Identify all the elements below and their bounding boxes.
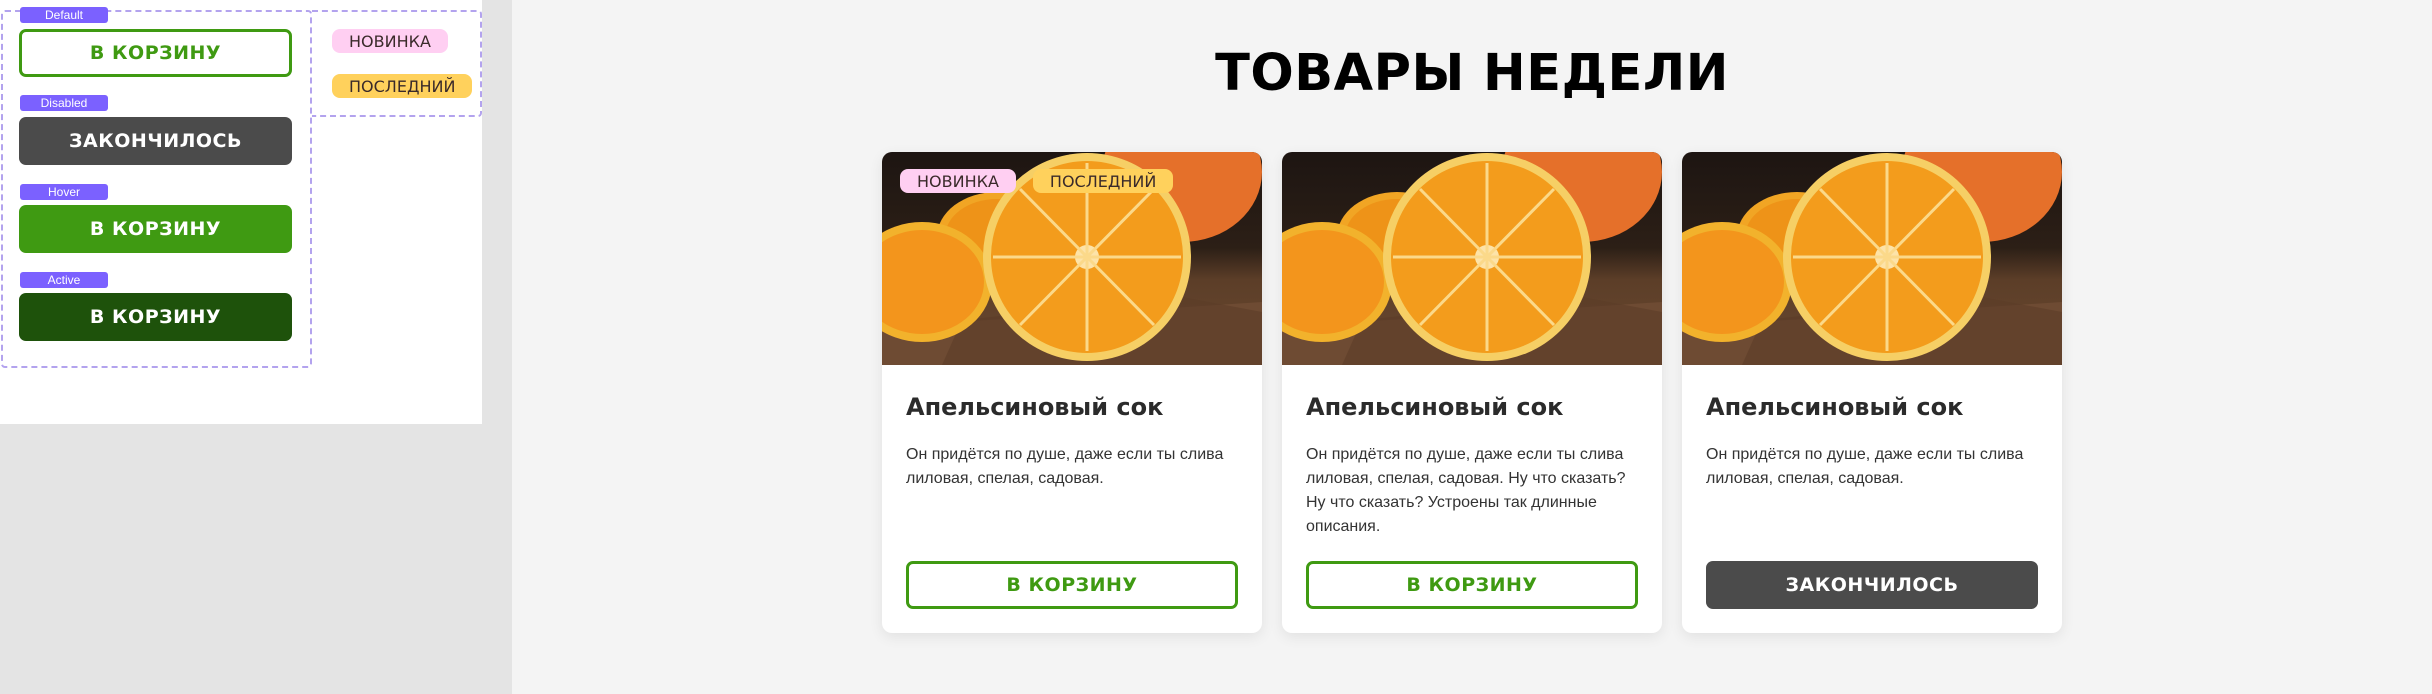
add-to-cart-button[interactable]: В КОРЗИНУ bbox=[906, 561, 1238, 609]
product-card: Апельсиновый сок Он придётся по душе, да… bbox=[1682, 152, 2062, 633]
badge-last: ПОСЛЕДНИЙ bbox=[332, 74, 473, 98]
badge-new: НОВИНКА bbox=[332, 29, 448, 53]
product-name: Апельсиновый сок bbox=[1706, 393, 1964, 421]
variant-tag-hover: Hover bbox=[20, 184, 108, 200]
cart-button-hover[interactable]: В КОРЗИНУ bbox=[19, 205, 292, 253]
component-sheet: Default В КОРЗИНУ Disabled ЗАКОНЧИЛОСЬ H… bbox=[0, 0, 482, 424]
add-to-cart-button[interactable]: В КОРЗИНУ bbox=[1306, 561, 1638, 609]
product-card: НОВИНКА ПОСЛЕДНИЙ Апельсиновый сок Он пр… bbox=[882, 152, 1262, 633]
product-cards: НОВИНКА ПОСЛЕДНИЙ Апельсиновый сок Он пр… bbox=[882, 152, 2062, 633]
cart-button-disabled: ЗАКОНЧИЛОСЬ bbox=[19, 117, 292, 165]
orange-photo: НОВИНКА ПОСЛЕДНИЙ bbox=[882, 152, 1262, 365]
variant-tag-default: Default bbox=[20, 7, 108, 23]
product-description: Он придётся по душе, даже если ты слива … bbox=[906, 446, 1224, 487]
product-card: Апельсиновый сок Он придётся по душе, да… bbox=[1282, 152, 1662, 633]
orange-photo bbox=[1682, 152, 2062, 365]
product-description: Он придётся по душе, даже если ты слива … bbox=[1306, 446, 1626, 535]
variant-tag-active: Active bbox=[20, 272, 108, 288]
badge-variants-frame bbox=[312, 10, 482, 117]
badge-last: ПОСЛЕДНИЙ bbox=[1032, 169, 1174, 193]
variant-tag-disabled: Disabled bbox=[20, 95, 108, 111]
card-badges: НОВИНКА ПОСЛЕДНИЙ bbox=[900, 169, 1174, 193]
page-title: ТОВАРЫ НЕДЕЛИ bbox=[1215, 44, 1729, 103]
cart-button-active[interactable]: В КОРЗИНУ bbox=[19, 293, 292, 341]
product-name: Апельсиновый сок bbox=[906, 393, 1164, 421]
showcase-section: ТОВАРЫ НЕДЕЛИ НОВИНКА ПОСЛЕДНИЙ Апельсин… bbox=[512, 0, 2432, 694]
badge-new: НОВИНКА bbox=[900, 169, 1016, 193]
product-description: Он придётся по душе, даже если ты слива … bbox=[1706, 446, 2024, 487]
cart-button-default[interactable]: В КОРЗИНУ bbox=[19, 29, 292, 77]
product-name: Апельсиновый сок bbox=[1306, 393, 1564, 421]
sold-out-button: ЗАКОНЧИЛОСЬ bbox=[1706, 561, 2038, 609]
orange-photo bbox=[1282, 152, 1662, 365]
